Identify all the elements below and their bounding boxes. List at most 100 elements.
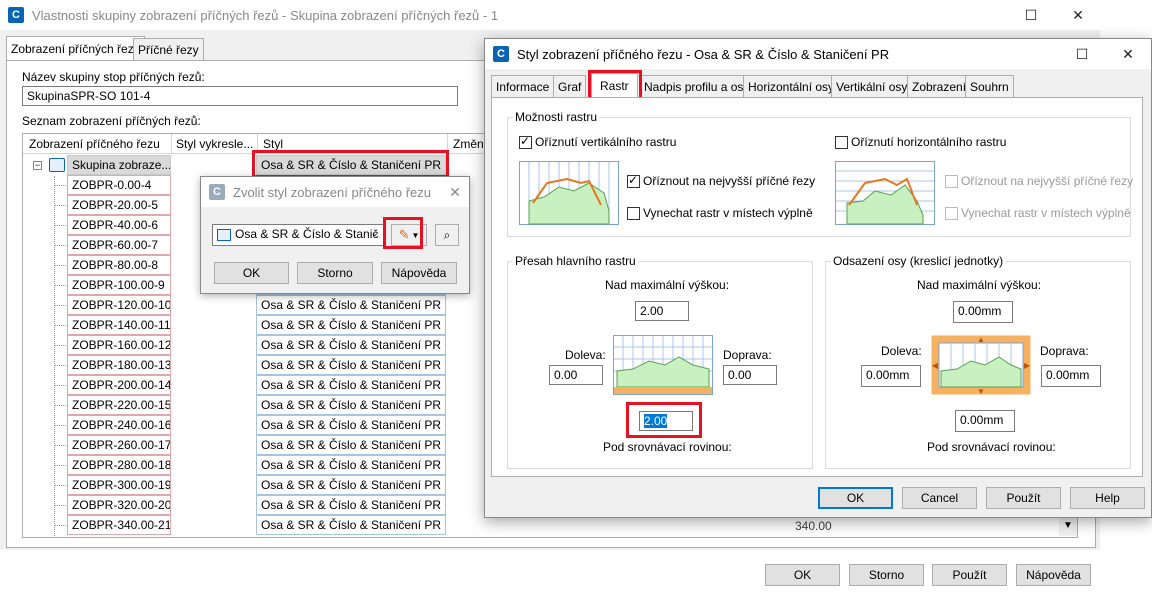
clip-horizontal-checkbox[interactable]: Oříznutí horizontálního rastru bbox=[835, 135, 1006, 150]
tree-row-style[interactable]: Osa & SR & Číslo & Staničení PR bbox=[256, 415, 446, 435]
padding-left-label: Doleva: bbox=[565, 348, 606, 362]
col-header-draw-style[interactable]: Styl vykresle... bbox=[176, 137, 253, 151]
tree-row-name[interactable]: ZOBPR-300.00-19 bbox=[67, 475, 171, 495]
tree-row-name[interactable]: ZOBPR-40.00-6 bbox=[67, 215, 171, 235]
tree-row-name[interactable]: ZOBPR-340.00-21 bbox=[67, 515, 171, 535]
padding-below-label: Pod srovnávací rovinou: bbox=[603, 440, 732, 454]
picker-app-icon: C bbox=[209, 184, 225, 200]
offset-above-input[interactable]: 0.00mm bbox=[953, 301, 1013, 323]
tree-row-style[interactable]: Osa & SR & Číslo & Staničení PR bbox=[256, 435, 446, 455]
padding-right-input[interactable]: 0.00 bbox=[723, 365, 777, 385]
main-ok-button[interactable]: OK bbox=[765, 564, 840, 586]
horizontal-clip-preview bbox=[835, 161, 935, 225]
tree-row-style[interactable]: Osa & SR & Číslo & Staničení PR bbox=[256, 495, 446, 515]
padding-above-input[interactable]: 2.00 bbox=[635, 301, 689, 321]
tree-row-name[interactable]: ZOBPR-320.00-20 bbox=[67, 495, 171, 515]
tree-row-style[interactable]: Osa & SR & Číslo & Staničení PR bbox=[256, 475, 446, 495]
style-tab-7[interactable]: Souhrn bbox=[965, 75, 1014, 97]
style-apply-button[interactable]: Použít bbox=[986, 487, 1061, 509]
tree-row-name[interactable]: ZOBPR-80.00-8 bbox=[67, 255, 171, 275]
group-name-field[interactable]: SkupinaSPR-SO 101-4 bbox=[22, 86, 458, 106]
axis-offset-label: Odsazení osy (kreslicí jednotky) bbox=[831, 254, 1006, 268]
tree-row-name[interactable]: ZOBPR-240.00-16 bbox=[67, 415, 171, 435]
grid-options-label: Možnosti rastru bbox=[513, 110, 600, 124]
style-tab-4[interactable]: Horizontální osy bbox=[743, 75, 840, 97]
pick-icon: ⌕ bbox=[443, 227, 451, 242]
tab-section-views[interactable]: Zobrazení příčných řezů bbox=[6, 36, 146, 60]
main-apply-button[interactable]: Použít bbox=[932, 564, 1007, 586]
offset-left-input[interactable]: 0.00mm bbox=[861, 365, 921, 387]
col-header-style[interactable]: Styl bbox=[263, 137, 283, 151]
pick-from-drawing-button[interactable]: ⌕ bbox=[435, 224, 459, 246]
style-tab-6[interactable]: Zobrazení bbox=[907, 75, 972, 97]
clip-highest-right-checkbox[interactable]: Oříznout na nejvyšší příčné řezy bbox=[945, 174, 1133, 189]
picker-cancel-button[interactable]: Storno bbox=[297, 262, 373, 284]
last-row-value: 340.00 bbox=[795, 519, 832, 533]
tree-row-style[interactable]: Osa & SR & Číslo & Staničení PR bbox=[256, 395, 446, 415]
padding-left-input[interactable]: 0.00 bbox=[549, 365, 603, 385]
picker-ok-button[interactable]: OK bbox=[214, 262, 289, 284]
style-tab-5[interactable]: Vertikální osy bbox=[831, 75, 913, 97]
style-tab-1[interactable]: Graf bbox=[553, 75, 587, 97]
scroll-down-icon[interactable]: ▼ bbox=[1059, 516, 1077, 536]
tree-row-style[interactable]: Osa & SR & Číslo & Staničení PR bbox=[256, 315, 446, 335]
omit-fill-right-checkbox[interactable]: Vynechat rastr v místech výplně bbox=[945, 206, 1131, 221]
tree-row-name[interactable]: ZOBPR-160.00-12 bbox=[67, 335, 171, 355]
offset-right-input[interactable]: 0.00mm bbox=[1041, 365, 1101, 387]
style-tab-0[interactable]: Informace bbox=[491, 75, 555, 97]
picker-help-button[interactable]: Nápověda bbox=[381, 262, 457, 284]
tab-sections[interactable]: Příčné řezy bbox=[133, 38, 204, 60]
style-app-icon: C bbox=[493, 46, 509, 62]
picker-style-select[interactable]: Osa & SR & Číslo & Stanič ⌄ bbox=[212, 224, 384, 246]
group-node-icon bbox=[49, 158, 65, 172]
style-title: Styl zobrazení příčného řezu - Osa & SR … bbox=[517, 46, 890, 62]
civil3d-app-icon: C bbox=[8, 7, 24, 23]
padding-right-label: Doprava: bbox=[723, 348, 772, 362]
picker-close-icon[interactable]: ✕ bbox=[441, 177, 469, 207]
offset-below-input[interactable]: 0.00mm bbox=[955, 410, 1015, 432]
close-icon[interactable]: ✕ bbox=[1055, 0, 1101, 30]
tree-row-style[interactable]: Osa & SR & Číslo & Staničení PR bbox=[256, 375, 446, 395]
tree-root-name[interactable]: Skupina zobraze... bbox=[67, 155, 171, 175]
clip-vertical-checkbox[interactable]: Oříznutí vertikálního rastru bbox=[519, 134, 676, 150]
style-tab-3[interactable]: Nadpis profilu a osy bbox=[639, 75, 755, 97]
maximize-icon[interactable]: ☐ bbox=[1008, 0, 1054, 30]
style-close-icon[interactable]: ✕ bbox=[1105, 39, 1151, 69]
col-header-view[interactable]: Zobrazení příčného řezu bbox=[29, 137, 160, 151]
style-cancel-button[interactable]: Cancel bbox=[902, 487, 977, 509]
tree-row-style[interactable]: Osa & SR & Číslo & Staničení PR bbox=[256, 515, 446, 535]
tree-row-name[interactable]: ZOBPR-220.00-15 bbox=[67, 395, 171, 415]
tree-row-style[interactable]: Osa & SR & Číslo & Staničení PR bbox=[256, 295, 446, 315]
tree-row-name[interactable]: ZOBPR-260.00-17 bbox=[67, 435, 171, 455]
tree-row-name[interactable]: ZOBPR-100.00-9 bbox=[67, 275, 171, 295]
padding-preview bbox=[613, 335, 713, 395]
tree-row-name[interactable]: ZOBPR-20.00-5 bbox=[67, 195, 171, 215]
tree-row-style[interactable]: Osa & SR & Číslo & Staničení PR bbox=[256, 335, 446, 355]
style-picker-dialog: C Zvolit styl zobrazení příčného řezu ✕ … bbox=[200, 176, 470, 294]
offset-right-label: Doprava: bbox=[1040, 344, 1089, 358]
picker-title: Zvolit styl zobrazení příčného řezu bbox=[233, 184, 431, 200]
omit-fill-left-checkbox[interactable]: Vynechat rastr v místech výplně bbox=[627, 206, 813, 221]
main-help-button[interactable]: Nápověda bbox=[1016, 564, 1091, 586]
tree-row-name[interactable]: ZOBPR-140.00-11 bbox=[67, 315, 171, 335]
tree-row-name[interactable]: ZOBPR-180.00-13 bbox=[67, 355, 171, 375]
style-dialog: C Styl zobrazení příčného řezu - Osa & S… bbox=[484, 38, 1152, 518]
clip-highest-left-checkbox[interactable]: Oříznout na nejvyšší příčné řezy bbox=[627, 173, 815, 189]
group-name-label: Název skupiny stop příčných řezů: bbox=[22, 70, 205, 84]
tree-row-style[interactable]: Osa & SR & Číslo & Staničení PR bbox=[256, 355, 446, 375]
padding-above-label: Nad maximální výškou: bbox=[605, 278, 730, 292]
tree-row-name[interactable]: ZOBPR-280.00-18 bbox=[67, 455, 171, 475]
tree-row-style[interactable]: Osa & SR & Číslo & Staničení PR bbox=[256, 455, 446, 475]
style-help-button[interactable]: Help bbox=[1070, 487, 1145, 509]
main-cancel-button[interactable]: Storno bbox=[849, 564, 924, 586]
main-title: Vlastnosti skupiny zobrazení příčných ře… bbox=[32, 7, 499, 23]
tree-row-name[interactable]: ZOBPR-0.00-4 bbox=[67, 175, 171, 195]
tree-expander-icon[interactable]: − bbox=[33, 161, 42, 170]
style-maximize-icon[interactable]: ☐ bbox=[1059, 39, 1105, 69]
col-header-change[interactable]: Změn bbox=[453, 137, 484, 151]
offset-preview: ▲ ▼ ◀ ▶ bbox=[931, 335, 1031, 396]
tree-row-name[interactable]: ZOBPR-120.00-10 bbox=[67, 295, 171, 315]
style-ok-button[interactable]: OK bbox=[818, 487, 893, 509]
tree-row-name[interactable]: ZOBPR-200.00-14 bbox=[67, 375, 171, 395]
tree-row-name[interactable]: ZOBPR-60.00-7 bbox=[67, 235, 171, 255]
